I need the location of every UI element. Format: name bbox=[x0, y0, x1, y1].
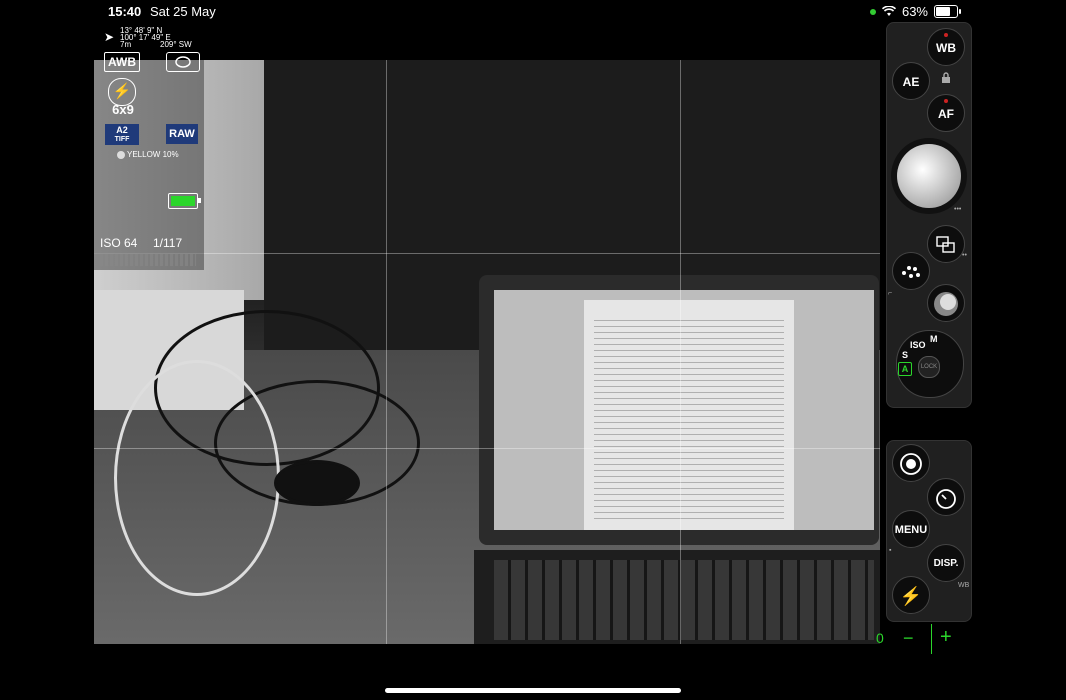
status-date: Sat 25 May bbox=[150, 4, 216, 19]
mode-m-label[interactable]: M bbox=[930, 334, 938, 344]
wb-small-label: WB bbox=[958, 582, 970, 589]
iso-value[interactable]: ISO 64 bbox=[100, 236, 137, 250]
mode-lock-label: LOCK bbox=[918, 356, 940, 378]
display-button[interactable]: DISP. bbox=[927, 544, 965, 582]
home-indicator[interactable] bbox=[385, 688, 681, 693]
color-filter-button[interactable]: YELLOW 10% bbox=[117, 150, 179, 159]
grid-line bbox=[94, 448, 880, 449]
status-indicators: 63% bbox=[869, 4, 961, 19]
flash-bolt-icon: ⚡ bbox=[899, 586, 923, 606]
zoom-in-button[interactable]: + bbox=[940, 626, 952, 649]
filter-label: YELLOW 10% bbox=[127, 150, 179, 159]
white-balance-button[interactable]: AWB bbox=[104, 52, 140, 72]
more-dots-icon[interactable]: •• bbox=[962, 252, 967, 259]
filter-dot-icon bbox=[117, 150, 125, 159]
status-bar: 15:40 Sat 25 May 63% bbox=[0, 0, 1066, 22]
mode-a-label[interactable]: A bbox=[898, 362, 912, 376]
camera-in-use-icon bbox=[869, 8, 876, 15]
more-dots-icon[interactable]: ••• bbox=[954, 206, 961, 213]
aspect-ratio-button[interactable]: 6x9 bbox=[106, 102, 140, 117]
menu-button[interactable]: MENU bbox=[892, 510, 930, 548]
timer-icon bbox=[936, 489, 956, 509]
af-indicator-dot bbox=[944, 99, 948, 103]
zoom-out-button[interactable]: − bbox=[903, 628, 914, 649]
format-quality-label: A2 bbox=[116, 125, 128, 135]
film-simulation-button[interactable] bbox=[892, 252, 930, 290]
target-icon bbox=[900, 453, 922, 475]
camera-viewfinder[interactable] bbox=[94, 60, 880, 644]
gps-altitude: 7m bbox=[120, 40, 132, 49]
file-format-button[interactable]: A2 TIFF bbox=[105, 124, 139, 145]
multi-window-button[interactable] bbox=[927, 225, 965, 263]
wb-indicator-dot bbox=[944, 33, 948, 37]
camera-switch-button[interactable] bbox=[166, 52, 200, 72]
location-arrow-icon: ➤ bbox=[104, 30, 115, 44]
mode-iso-label[interactable]: ISO bbox=[910, 340, 926, 350]
battery-icon bbox=[934, 5, 961, 18]
lens-icon bbox=[934, 292, 958, 316]
flash-button[interactable]: ⚡ bbox=[892, 576, 930, 614]
camera-battery-icon bbox=[168, 193, 201, 209]
lock-icon[interactable] bbox=[941, 72, 951, 84]
shutter-button[interactable] bbox=[897, 144, 961, 208]
camera-switch-icon bbox=[175, 56, 191, 68]
flash-icon: ⚡ bbox=[112, 83, 132, 100]
format-type-label: TIFF bbox=[114, 136, 130, 143]
grid-line bbox=[386, 60, 387, 644]
focus-target-button[interactable] bbox=[892, 444, 930, 482]
gallery-icon[interactable]: ▪ bbox=[889, 547, 891, 554]
wifi-icon bbox=[881, 6, 896, 16]
grid-line bbox=[94, 253, 880, 254]
status-time: 15:40 bbox=[108, 4, 142, 19]
raw-button[interactable]: RAW bbox=[166, 124, 198, 144]
mode-s-label[interactable]: S bbox=[902, 350, 908, 360]
ae-button[interactable]: AE bbox=[892, 62, 930, 100]
zoom-slider-handle[interactable] bbox=[931, 624, 932, 654]
shutter-speed-value[interactable]: 1/117 bbox=[153, 236, 182, 250]
lens-button[interactable] bbox=[927, 284, 965, 322]
zoom-value: 0 bbox=[876, 630, 884, 646]
gps-heading: 209° SW bbox=[160, 40, 192, 49]
grid-line bbox=[680, 60, 681, 644]
overlay-windows-icon bbox=[936, 236, 955, 253]
exposure-meter bbox=[100, 254, 196, 266]
timer-button[interactable] bbox=[927, 478, 965, 516]
palette-icon bbox=[902, 266, 920, 278]
battery-percentage: 63% bbox=[901, 4, 928, 19]
corner-bracket-icon: ⌐ bbox=[888, 290, 893, 297]
